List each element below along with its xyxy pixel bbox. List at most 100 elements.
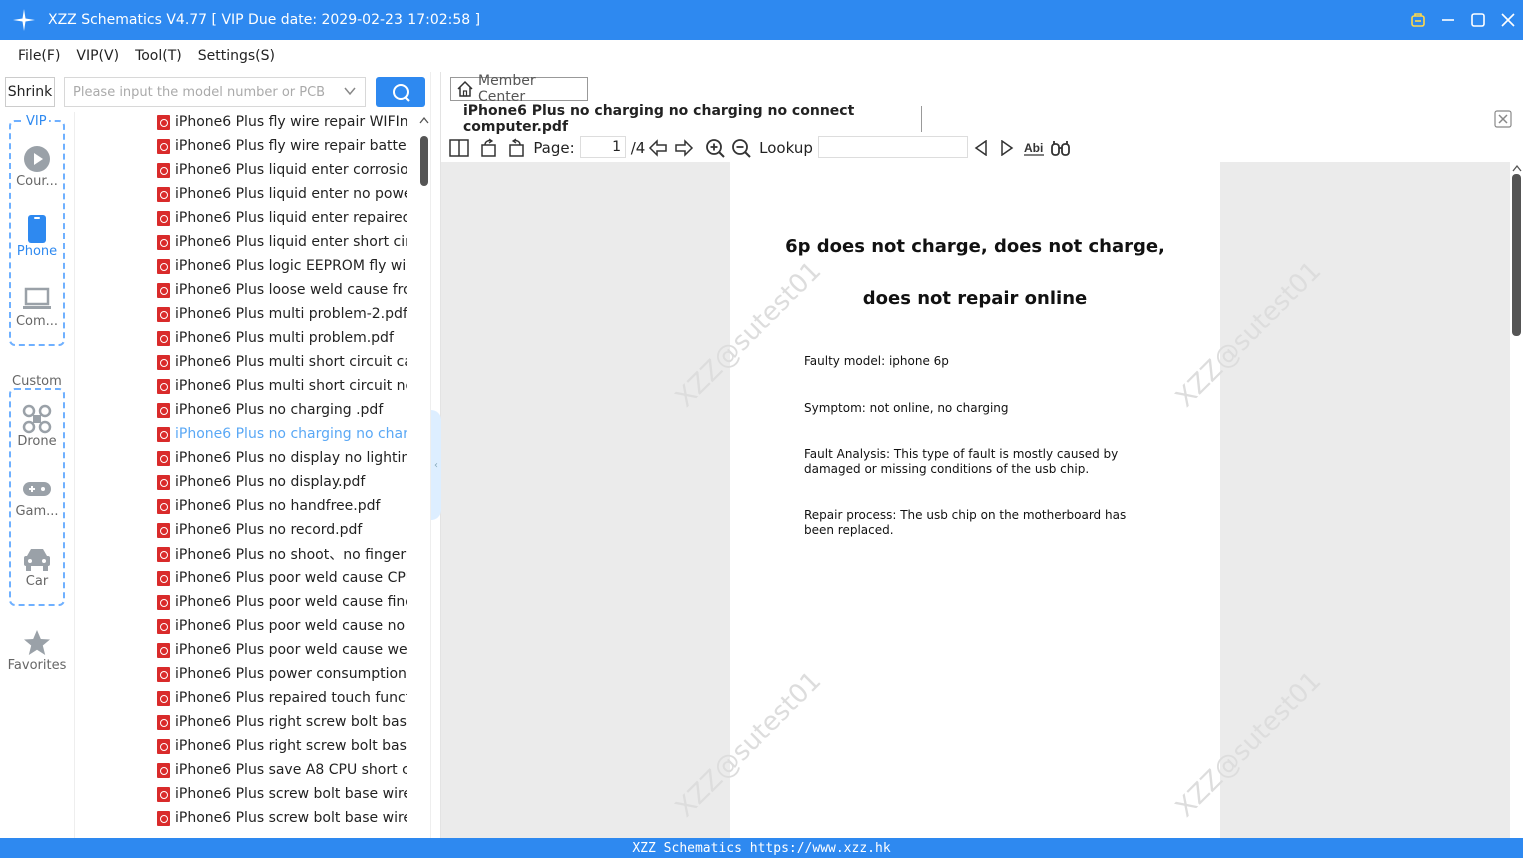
shrink-button[interactable]: Shrink <box>5 77 55 107</box>
file-list-item[interactable]: iPhone6 Plus screw bolt base wire <box>157 782 407 806</box>
file-name: iPhone6 Plus fly wire repair WIFInc <box>175 114 407 130</box>
file-list-item[interactable]: iPhone6 Plus poor weld cause CPU <box>157 566 407 590</box>
member-center-button[interactable]: Member Center <box>450 73 588 105</box>
file-list-item[interactable]: iPhone6 Plus poor weld cause no s <box>157 614 407 638</box>
file-list-item[interactable]: iPhone6 Plus multi short circuit cau <box>157 350 407 374</box>
file-name: iPhone6 Plus liquid enter repaired <box>175 210 407 226</box>
search-input[interactable]: Please input the model number or PCB <box>64 77 366 107</box>
category-label: Car <box>25 574 49 589</box>
pdf-file-icon <box>157 690 170 706</box>
file-list-item[interactable]: iPhone6 Plus liquid enter corrosion <box>157 158 407 182</box>
menu-bar: File(F) VIP(V) Tool(T) Settings(S) <box>0 40 1523 72</box>
pdf-file-icon <box>157 546 170 562</box>
category-favorites[interactable]: Favorites <box>0 628 74 673</box>
pdf-file-icon <box>157 330 170 346</box>
pdf-file-icon <box>157 258 170 274</box>
file-list-item[interactable]: iPhone6 Plus fly wire repair WIFInc <box>157 112 407 134</box>
scroll-up-icon[interactable] <box>419 116 429 124</box>
file-list-item[interactable]: iPhone6 Plus multi problem.pdf <box>157 326 407 350</box>
category-courses[interactable]: Cour... <box>0 144 74 189</box>
file-list-item[interactable]: iPhone6 Plus no charging no char <box>157 422 407 446</box>
tab-close-icon[interactable] <box>1494 110 1512 128</box>
category-drone[interactable]: Drone <box>0 404 74 449</box>
category-games[interactable]: Gam... <box>0 474 74 519</box>
file-list-item[interactable]: iPhone6 Plus save A8 CPU short cir <box>157 758 407 782</box>
pdf-file-icon <box>157 162 170 178</box>
notification-icon[interactable] <box>1403 0 1433 40</box>
category-computer[interactable]: Com... <box>0 284 74 329</box>
file-list-item[interactable]: iPhone6 Plus no record.pdf <box>157 518 407 542</box>
file-list-item[interactable]: iPhone6 Plus right screw bolt base <box>157 734 407 758</box>
list-scrollbar-thumb[interactable] <box>420 136 428 186</box>
member-center-label: Member Center <box>477 73 536 105</box>
category-label: Favorites <box>7 658 67 673</box>
category-label: Gam... <box>15 504 59 519</box>
pdf-file-icon <box>157 498 170 514</box>
category-phone[interactable]: Phone <box>0 214 74 259</box>
file-list-item[interactable]: iPhone6 Plus logic EEPROM fly wir <box>157 254 407 278</box>
zoom-out-icon[interactable] <box>731 137 751 159</box>
scroll-up-icon[interactable] <box>1512 164 1522 172</box>
lookup-input[interactable] <box>818 136 968 158</box>
zoom-in-icon[interactable] <box>705 137 725 159</box>
file-list-item[interactable]: iPhone6 Plus loose weld cause fror <box>157 278 407 302</box>
file-name: iPhone6 Plus poor weld cause CPU <box>175 570 407 586</box>
file-list-item[interactable]: iPhone6 Plus right screw bolt base <box>157 710 407 734</box>
file-name: iPhone6 Plus logic EEPROM fly wir <box>175 258 407 274</box>
pdf-file-icon <box>157 354 170 370</box>
page-label: Page: <box>533 139 575 157</box>
panel-splitter[interactable]: ‹ <box>430 72 441 838</box>
find-next-icon[interactable] <box>998 137 1016 159</box>
find-all-icon[interactable] <box>1050 137 1072 159</box>
svg-text:Abi: Abi <box>1024 141 1043 155</box>
page-number-input[interactable]: 1 <box>580 136 626 158</box>
viewer-scrollbar-thumb[interactable] <box>1512 174 1521 336</box>
minimize-button[interactable] <box>1433 0 1463 40</box>
category-car[interactable]: Car <box>0 544 74 589</box>
file-list-item[interactable]: iPhone6 Plus multi problem-2.pdf <box>157 302 407 326</box>
file-list-item[interactable]: iPhone6 Plus liquid enter short circ <box>157 230 407 254</box>
tab-document[interactable]: iPhone6 Plus no charging no charging no … <box>452 103 922 135</box>
pdf-page: XZZ@sutest01 XZZ@sutest01 XZZ@sutest01 X… <box>670 162 1327 838</box>
title-bar: XZZ Schematics V4.77 [ VIP Due date: 202… <box>0 0 1523 40</box>
file-list-item[interactable]: iPhone6 Plus liquid enter repaired <box>157 206 407 230</box>
menu-file[interactable]: File(F) <box>10 48 68 64</box>
file-name: iPhone6 Plus multi short circuit cau <box>175 354 407 370</box>
file-list-item[interactable]: iPhone6 Plus repaired touch funct <box>157 686 407 710</box>
next-page-icon[interactable] <box>674 137 694 159</box>
document-viewer[interactable]: XZZ@sutest01 XZZ@sutest01 XZZ@sutest01 X… <box>441 162 1510 838</box>
collapse-handle[interactable]: ‹ <box>431 410 441 520</box>
prev-page-icon[interactable] <box>648 137 668 159</box>
menu-tool[interactable]: Tool(T) <box>127 48 190 64</box>
file-list-item[interactable]: iPhone6 Plus fly wire repair battery <box>157 134 407 158</box>
file-list-item[interactable]: iPhone6 Plus no display.pdf <box>157 470 407 494</box>
find-prev-icon[interactable] <box>972 137 990 159</box>
chevron-down-icon[interactable] <box>343 84 357 102</box>
file-list-item[interactable]: iPhone6 Plus power consumption <box>157 662 407 686</box>
menu-vip[interactable]: VIP(V) <box>68 48 127 64</box>
doc-symptom: Symptom: not online, no charging <box>804 401 1009 415</box>
rotate-right-icon[interactable] <box>506 137 526 159</box>
category-label: Drone <box>17 434 57 449</box>
maximize-button[interactable] <box>1463 0 1493 40</box>
file-list-item[interactable]: iPhone6 Plus poor weld cause welc <box>157 638 407 662</box>
custom-group-title: Custom <box>10 374 64 389</box>
file-name: iPhone6 Plus poor weld cause no s <box>175 618 407 634</box>
search-button[interactable] <box>376 77 425 107</box>
file-list-item[interactable]: iPhone6 Plus poor weld cause fing <box>157 590 407 614</box>
file-list-item[interactable]: iPhone6 Plus no charging .pdf <box>157 398 407 422</box>
sidebar-toggle-icon[interactable] <box>449 137 469 159</box>
file-list-item[interactable]: iPhone6 Plus no display no lightin <box>157 446 407 470</box>
file-list-item[interactable]: iPhone6 Plus multi short circuit no <box>157 374 407 398</box>
file-list-item[interactable]: iPhone6 Plus no shoot、no fingerp <box>157 542 407 566</box>
close-button[interactable] <box>1493 0 1523 40</box>
menu-settings[interactable]: Settings(S) <box>190 48 283 64</box>
watermark: XZZ@sutest01 <box>670 255 828 414</box>
file-list-item[interactable]: iPhone6 Plus liquid enter no powe <box>157 182 407 206</box>
match-case-icon[interactable]: Abi <box>1023 137 1045 159</box>
file-list-item[interactable]: iPhone6 Plus no handfree.pdf <box>157 494 407 518</box>
viewer-scrollbar[interactable] <box>1510 162 1523 838</box>
pdf-file-icon <box>157 114 170 130</box>
rotate-left-icon[interactable] <box>479 137 499 159</box>
file-list-item[interactable]: iPhone6 Plus screw bolt base wire <box>157 806 407 830</box>
